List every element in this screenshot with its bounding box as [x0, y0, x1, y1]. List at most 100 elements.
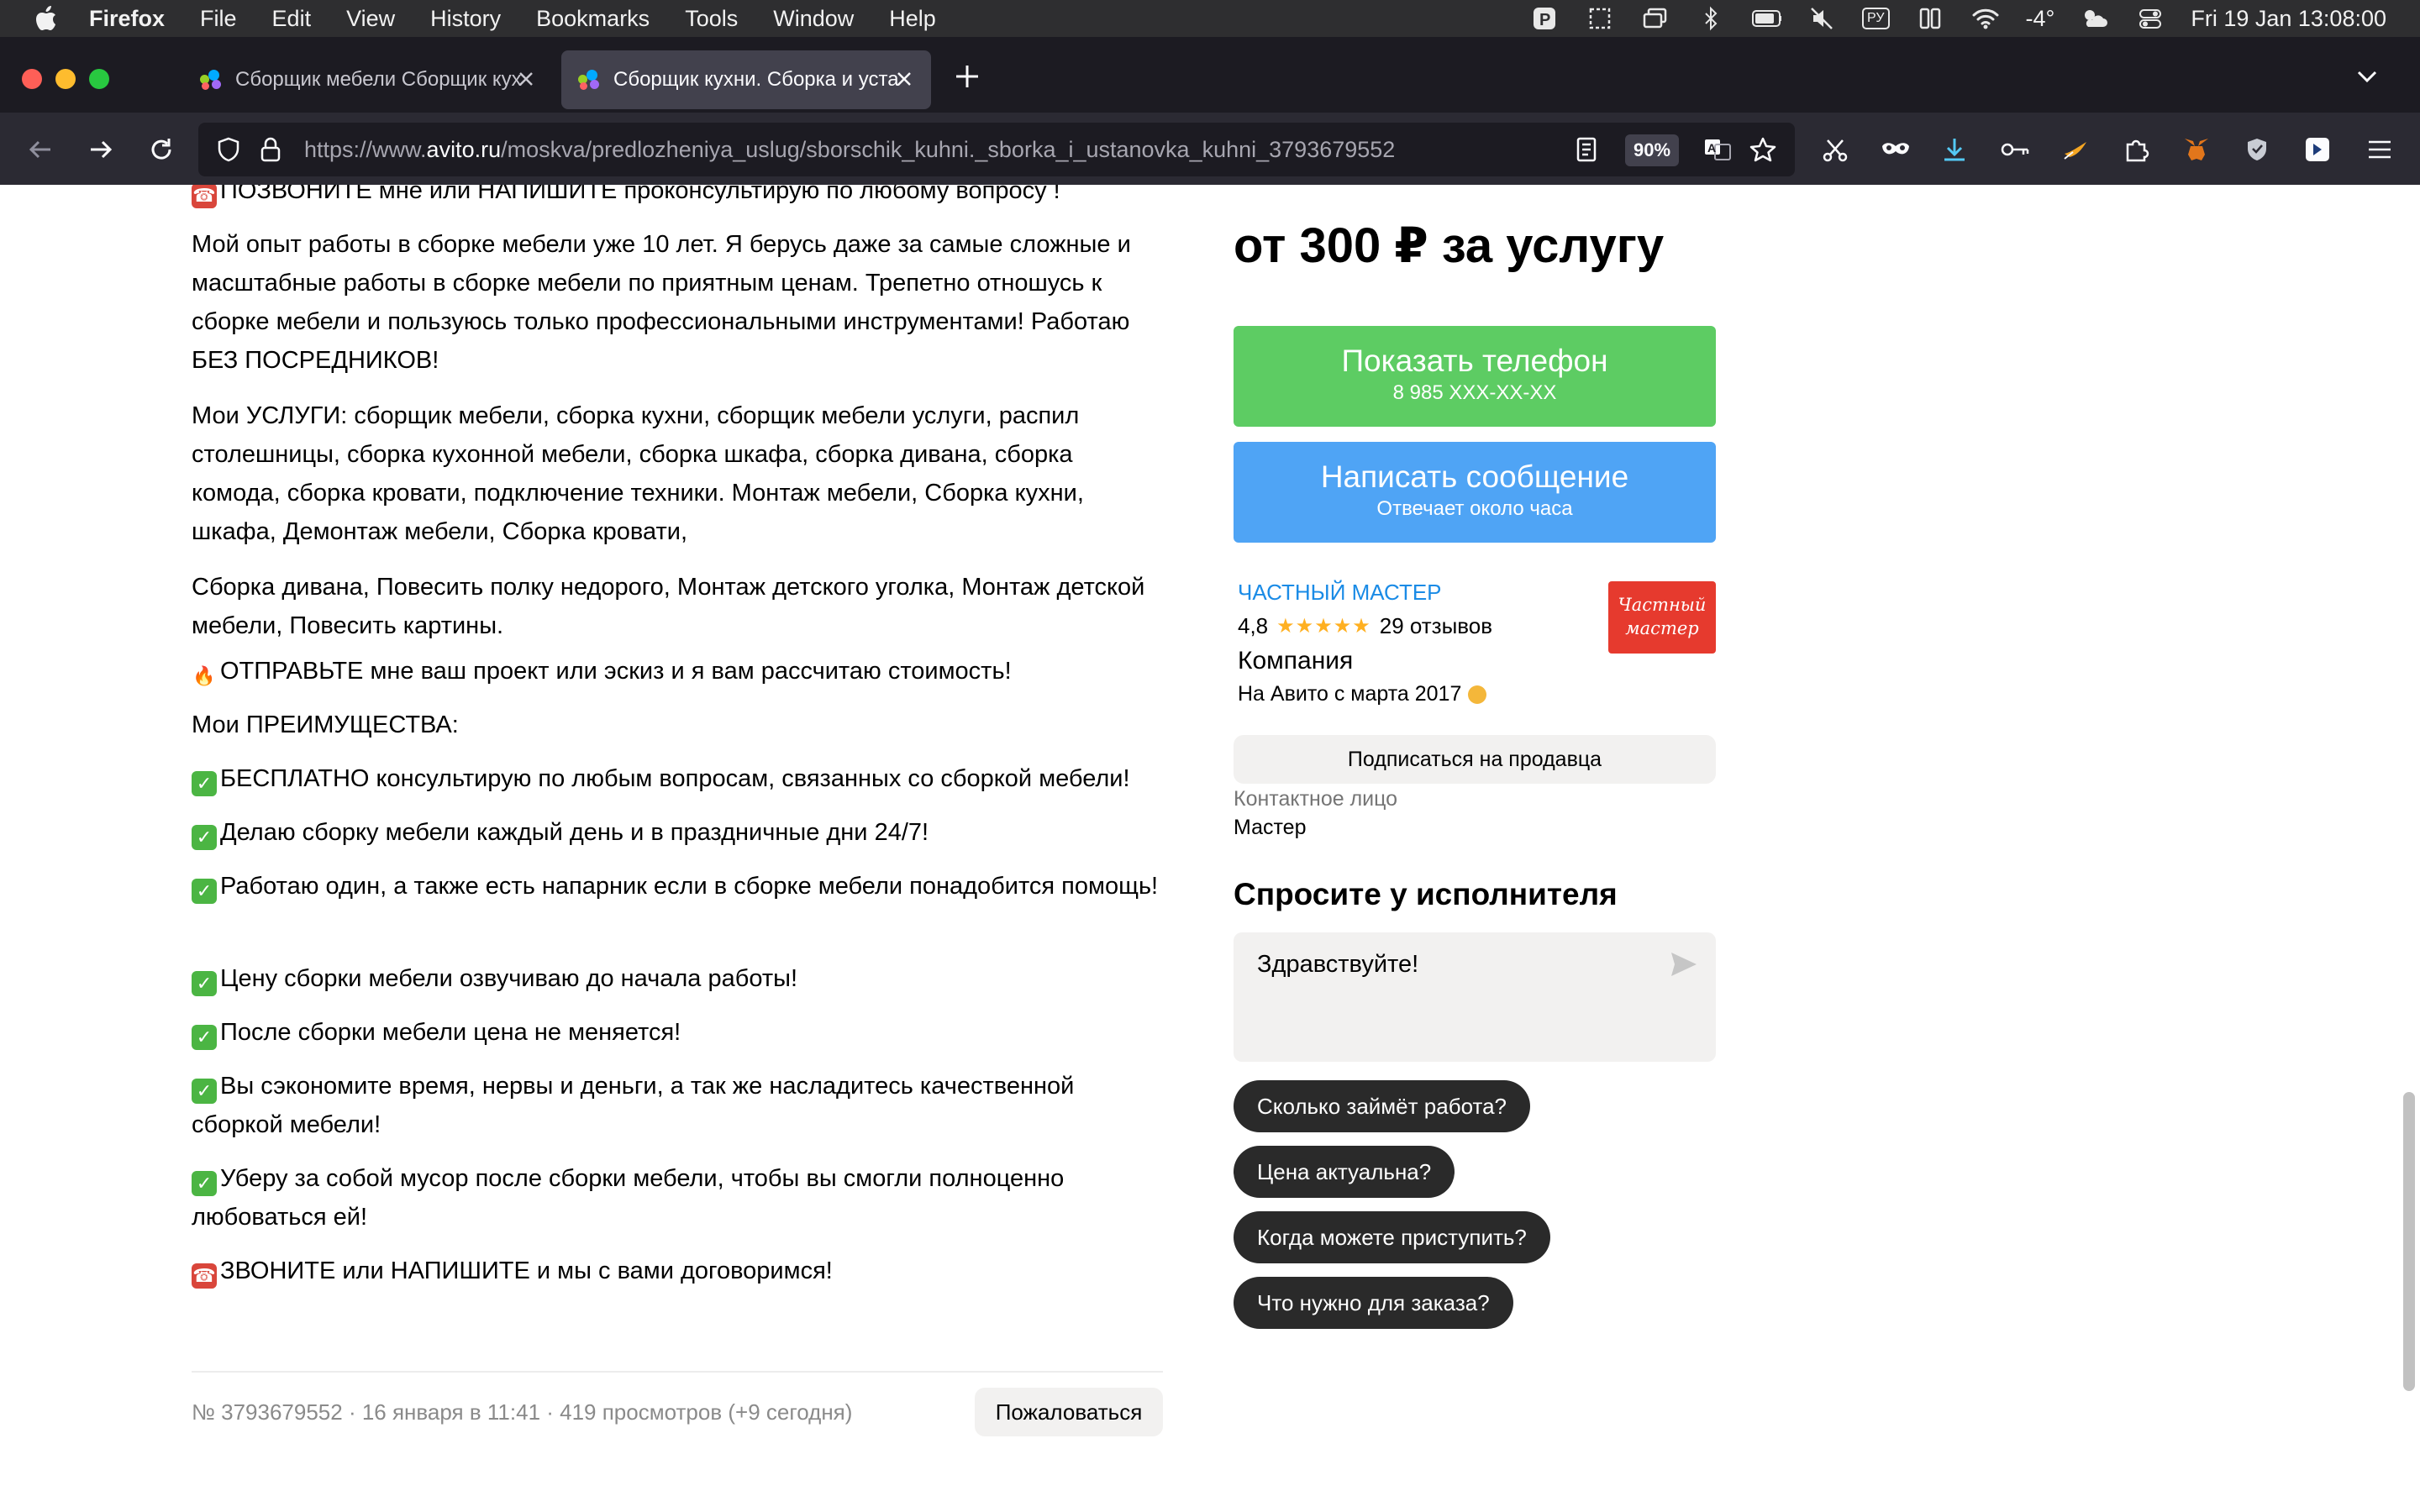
- tab-2-close-icon[interactable]: [892, 67, 916, 91]
- check-mark-icon: ✓: [192, 879, 217, 904]
- keyboard-layout-indicator[interactable]: РУ: [1862, 8, 1890, 29]
- seller-badge-icon: [1468, 685, 1487, 704]
- quick-question-chip[interactable]: Сколько займёт работа?: [1234, 1080, 1531, 1132]
- hamburger-menu-icon[interactable]: [2363, 133, 2396, 166]
- tracking-shield-icon[interactable]: [213, 134, 244, 165]
- vpn-extension-icon[interactable]: [2301, 133, 2334, 166]
- seller-since-text: На Авито с марта 2017: [1238, 682, 1462, 706]
- menu-edit[interactable]: Edit: [272, 6, 312, 32]
- contact-person-name: Мастер: [1234, 816, 1307, 839]
- check-mark-icon: ✓: [192, 1025, 217, 1050]
- back-arrow-icon[interactable]: [24, 133, 57, 166]
- seller-rating[interactable]: 4,8 ★★★★★ 29 отзывов: [1238, 613, 1492, 639]
- menu-view[interactable]: View: [346, 6, 395, 32]
- ask-seller-box: [1234, 932, 1716, 1062]
- tab-1-close-icon[interactable]: [514, 67, 538, 91]
- shield-extension-icon[interactable]: [2240, 133, 2274, 166]
- desc-text: Делаю сборку мебели каждый день и в праз…: [220, 819, 929, 846]
- tab-1[interactable]: Сборщик мебели Сборщик кух: [183, 50, 553, 109]
- telephone-emoji-icon: ☎: [192, 1263, 217, 1289]
- desc-paragraph: ☎ ЗВОНИТЕ или НАПИШИТЕ и мы с вами догово…: [192, 1252, 1166, 1290]
- send-arrow-icon[interactable]: [1669, 949, 1699, 979]
- contact-person-label: Контактное лицо: [1234, 787, 1398, 811]
- seller-name[interactable]: Компания: [1238, 647, 1353, 675]
- desc-paragraph: ✓ БЕСПЛАТНО консультирую по любым вопроса…: [192, 759, 1166, 798]
- parking-app-icon[interactable]: P: [1529, 7, 1560, 30]
- menu-file[interactable]: File: [200, 6, 237, 32]
- clock-text[interactable]: Fri 19 Jan 13:08:00: [2191, 6, 2386, 32]
- url-path: /moskva/predlozheniya_uslug/sborschik_ku…: [501, 137, 1396, 162]
- seller-since: На Авито с марта 2017: [1238, 682, 1487, 706]
- translate-icon[interactable]: A: [1702, 134, 1733, 165]
- menu-help[interactable]: Help: [889, 6, 936, 32]
- forward-arrow-icon[interactable]: [84, 133, 118, 166]
- screenshot-icon[interactable]: [1585, 7, 1615, 30]
- report-button[interactable]: Пожаловаться: [975, 1388, 1163, 1436]
- bookmark-star-icon[interactable]: [1748, 134, 1778, 165]
- quick-question-chip[interactable]: Что нужно для заказа?: [1234, 1277, 1513, 1329]
- write-message-button[interactable]: Написать сообщение Отвечает около часа: [1234, 442, 1716, 543]
- show-phone-button[interactable]: Показать телефон 8 985 XXX-XX-XX: [1234, 326, 1716, 427]
- desc-paragraph: ✓ Вы сэкономите время, нервы и деньги, а …: [192, 1067, 1166, 1144]
- reload-icon[interactable]: [145, 133, 178, 166]
- menu-bookmarks[interactable]: Bookmarks: [536, 6, 650, 32]
- desc-paragraph: ✓ После сборки мебели цена не меняется!: [192, 1013, 1166, 1052]
- macos-menubar: Firefox File Edit View History Bookmarks…: [0, 0, 2420, 37]
- reader-view-icon[interactable]: [1571, 134, 1602, 165]
- svg-text:A: A: [1707, 141, 1716, 155]
- menu-history[interactable]: History: [430, 6, 501, 32]
- address-bar[interactable]: https://www.avito.ru/moskva/predlozheniy…: [198, 123, 1795, 176]
- scrollbar-thumb[interactable]: [2403, 1092, 2415, 1391]
- mute-icon[interactable]: [1807, 7, 1837, 30]
- lock-icon[interactable]: [255, 134, 286, 165]
- url-text[interactable]: https://www.avito.ru/moskva/predlozheniy…: [304, 123, 1395, 176]
- private-mask-icon[interactable]: [1879, 133, 1912, 166]
- check-mark-icon: ✓: [192, 971, 217, 996]
- temperature-text: -4°: [2025, 5, 2055, 31]
- weather-icon[interactable]: [2080, 7, 2110, 30]
- menu-tools[interactable]: Tools: [685, 6, 738, 32]
- desc-text: Цену сборки мебели озвучиваю до начала р…: [220, 965, 798, 992]
- zoom-level-button[interactable]: 90%: [1625, 134, 1680, 166]
- screenshot-tool-icon[interactable]: [1818, 133, 1852, 166]
- metamask-fox-icon[interactable]: [2180, 133, 2213, 166]
- desc-text: БЕСПЛАТНО консультирую по любым вопросам…: [220, 765, 1130, 792]
- passwords-key-icon[interactable]: [1998, 133, 2032, 166]
- window-zoom-button[interactable]: [89, 69, 109, 89]
- extensions-puzzle-icon[interactable]: [2119, 133, 2153, 166]
- tab-2-title: Сборщик кухни. Сборка и уста: [613, 68, 899, 91]
- control-center-icon[interactable]: [2135, 7, 2165, 30]
- show-phone-label: Показать телефон: [1341, 344, 1608, 378]
- extension-feather-icon[interactable]: [2059, 133, 2092, 166]
- subscribe-seller-button[interactable]: Подписаться на продавца: [1234, 735, 1716, 784]
- apple-icon[interactable]: [34, 6, 59, 31]
- quick-question-chip[interactable]: Цена актуальна?: [1234, 1146, 1455, 1198]
- seller-avatar[interactable]: Частный мастер: [1608, 581, 1716, 654]
- new-tab-plus-icon[interactable]: [953, 62, 981, 91]
- downloads-icon[interactable]: [1938, 133, 1971, 166]
- url-prefix: https://www.: [304, 137, 427, 162]
- web-page-content: ☎ ПОЗВОНИТЕ мне или НАПИШИТЕ проконсульти…: [0, 185, 2420, 1512]
- windows-icon[interactable]: [1640, 7, 1670, 30]
- battery-icon[interactable]: [1751, 7, 1782, 30]
- page-scrollbar[interactable]: [2396, 185, 2420, 1512]
- browser-tab-strip: Сборщик мебели Сборщик кух Сборщик кухни…: [0, 37, 2420, 113]
- window-minimize-button[interactable]: [55, 69, 76, 89]
- quick-question-chip[interactable]: Когда можете приступить?: [1234, 1211, 1550, 1263]
- seller-type-link[interactable]: ЧАСТНЫЙ МАСТЕР: [1238, 580, 1442, 606]
- ask-seller-input[interactable]: [1257, 948, 1660, 1040]
- wifi-icon[interactable]: [1970, 7, 2001, 30]
- tab-2-active[interactable]: Сборщик кухни. Сборка и уста: [561, 50, 931, 109]
- list-all-tabs-chevron-icon[interactable]: [2354, 64, 2380, 89]
- check-mark-icon: ✓: [192, 825, 217, 850]
- masked-phone-number: 8 985 XXX-XX-XX: [1392, 381, 1557, 404]
- book-icon[interactable]: [1915, 7, 1945, 30]
- menu-window[interactable]: Window: [773, 6, 854, 32]
- menu-app-firefox[interactable]: Firefox: [89, 6, 165, 32]
- bluetooth-icon[interactable]: [1696, 6, 1726, 31]
- desc-paragraph: Мои ПРЕИМУЩЕСТВА:: [192, 711, 459, 738]
- desc-paragraph: ✓ Цену сборки мебели озвучиваю до начала …: [192, 959, 1166, 998]
- window-close-button[interactable]: [22, 69, 42, 89]
- desc-text: ОТПРАВЬТЕ мне ваш проект или эскиз и я в…: [220, 658, 1012, 685]
- service-price: от 300 ₽ за услугу: [1234, 218, 1665, 273]
